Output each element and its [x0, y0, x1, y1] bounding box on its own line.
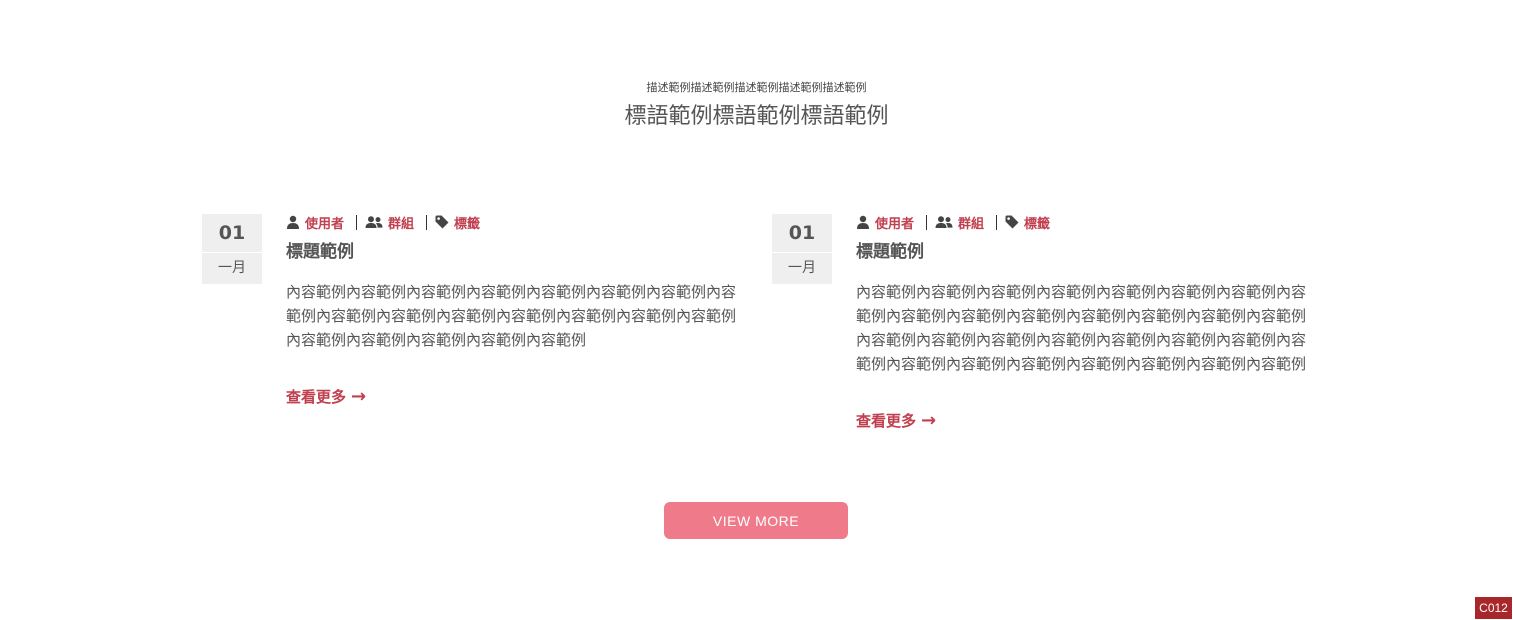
meta-user-label: 使用者 — [875, 216, 915, 232]
post-body: 使用者 群組 標籤 標題範例 內容範例內容範例內容範例內容範例內容範例內容範例內… — [286, 213, 736, 407]
post-meta: 使用者 群組 標籤 — [286, 213, 736, 232]
page: 描述範例描述範例描述範例描述範例描述範例 標語範例標語範例標語範例 01 一月 … — [0, 0, 1513, 620]
view-more-button[interactable]: VIEW MORE — [664, 502, 848, 539]
post-title[interactable]: 標題範例 — [856, 241, 1306, 263]
date-day: 01 — [788, 222, 816, 244]
meta-tag-link[interactable]: 標籤 — [1005, 213, 1050, 232]
read-more-label: 查看更多 — [856, 412, 917, 430]
meta-divider — [356, 214, 358, 230]
date-box: 01 一月 — [202, 214, 262, 284]
read-more-link[interactable]: 查看更多 → — [286, 386, 366, 407]
users-icon — [935, 215, 953, 229]
users-icon — [365, 215, 383, 229]
user-icon — [856, 215, 870, 229]
meta-group-label: 群組 — [388, 216, 415, 232]
tag-icon — [435, 215, 449, 229]
date-month: 一月 — [788, 260, 816, 276]
meta-group-link[interactable]: 群組 — [935, 213, 984, 232]
tag-icon — [1005, 215, 1019, 229]
post-content: 內容範例內容範例內容範例內容範例內容範例內容範例內容範例內容範例內容範例內容範例… — [286, 283, 737, 349]
arrow-right-icon: → — [921, 409, 937, 431]
date-day: 01 — [218, 222, 246, 244]
meta-tag-link[interactable]: 標籤 — [435, 213, 480, 232]
read-more-label: 查看更多 — [286, 388, 347, 406]
read-more-link[interactable]: 查看更多 → — [856, 410, 936, 431]
meta-tag-label: 標籤 — [454, 216, 481, 232]
meta-user-label: 使用者 — [305, 216, 345, 232]
meta-divider — [426, 214, 428, 230]
meta-group-label: 群組 — [958, 216, 985, 232]
date-month: 一月 — [218, 260, 246, 276]
arrow-right-icon: → — [351, 385, 367, 407]
post-title[interactable]: 標題範例 — [286, 241, 736, 263]
meta-tag-label: 標籤 — [1024, 216, 1051, 232]
code-badge: C012 — [1475, 597, 1512, 619]
section-subtitle: 描述範例描述範例描述範例描述範例描述範例 — [646, 81, 867, 94]
meta-divider — [996, 214, 998, 230]
section-title: 標語範例標語範例標語範例 — [624, 104, 889, 129]
post-content: 內容範例內容範例內容範例內容範例內容範例內容範例內容範例內容範例內容範例內容範例… — [856, 283, 1307, 373]
date-box: 01 一月 — [772, 214, 832, 284]
post-body: 使用者 群組 標籤 標題範例 內容範例內容範例內容範例內容範例內容範例內容範例內… — [856, 213, 1306, 431]
meta-divider — [926, 214, 928, 230]
post-meta: 使用者 群組 標籤 — [856, 213, 1306, 232]
meta-group-link[interactable]: 群組 — [365, 213, 414, 232]
meta-user-link[interactable]: 使用者 — [856, 213, 914, 232]
meta-user-link[interactable]: 使用者 — [286, 213, 344, 232]
user-icon — [286, 215, 300, 229]
